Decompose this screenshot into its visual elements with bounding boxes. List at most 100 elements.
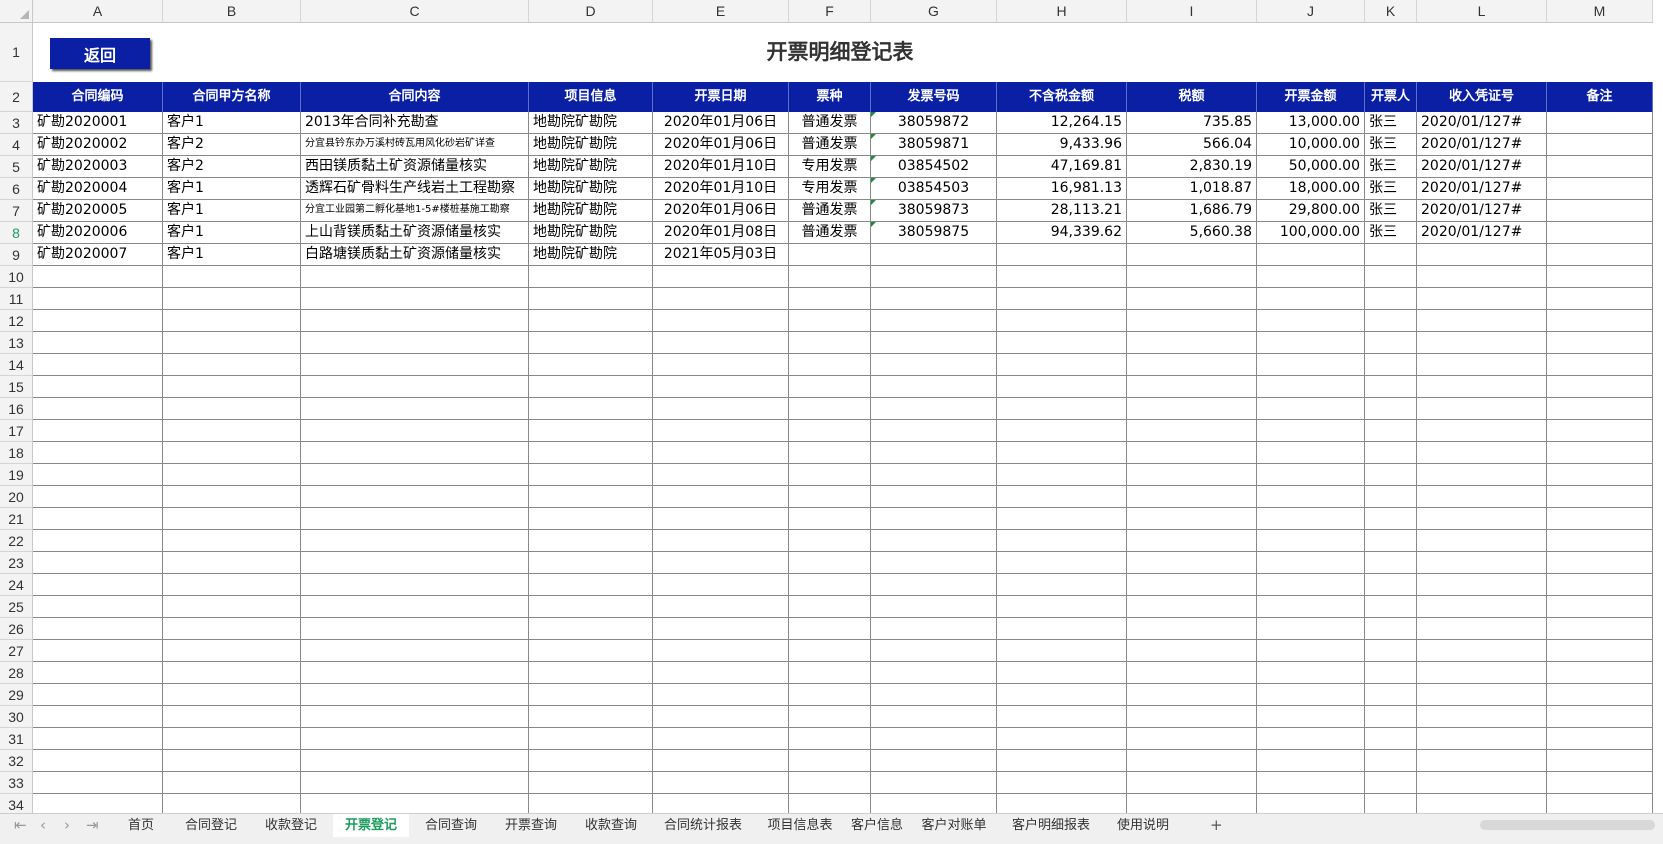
empty-cell[interactable] (163, 772, 301, 794)
empty-cell[interactable] (1417, 464, 1547, 486)
table-cell[interactable]: 12,264.15 (997, 112, 1127, 134)
empty-cell[interactable] (1365, 618, 1417, 640)
table-cell[interactable]: 2020年01月06日 (653, 134, 789, 156)
empty-cell[interactable] (163, 728, 301, 750)
first-sheet-icon[interactable]: ⇤ (14, 816, 27, 834)
empty-cell[interactable] (653, 552, 789, 574)
table-cell[interactable]: 客户2 (163, 156, 301, 178)
empty-cell[interactable] (1127, 750, 1257, 772)
empty-cell[interactable] (1127, 266, 1257, 288)
empty-cell[interactable] (997, 310, 1127, 332)
table-cell[interactable]: 18,000.00 (1257, 178, 1365, 200)
empty-cell[interactable] (529, 640, 653, 662)
empty-cell[interactable] (997, 640, 1127, 662)
empty-cell[interactable] (653, 596, 789, 618)
sheet-tab[interactable]: 客户对账单 (911, 814, 997, 838)
table-cell[interactable]: 2020年01月10日 (653, 178, 789, 200)
empty-cell[interactable] (33, 354, 163, 376)
sheet-tab[interactable]: 开票登记 (333, 814, 409, 838)
row-header[interactable]: 22 (0, 530, 33, 552)
table-cell[interactable]: 94,339.62 (997, 222, 1127, 244)
empty-cell[interactable] (163, 596, 301, 618)
empty-cell[interactable] (1365, 486, 1417, 508)
table-cell[interactable]: 03854503 (871, 178, 997, 200)
empty-cell[interactable] (529, 750, 653, 772)
table-cell[interactable]: 矿勘2020004 (33, 178, 163, 200)
empty-cell[interactable] (1365, 684, 1417, 706)
sheet-tab[interactable]: 首页 (113, 814, 169, 838)
column-header-h[interactable]: H (997, 0, 1127, 23)
empty-cell[interactable] (1365, 442, 1417, 464)
empty-cell[interactable] (997, 288, 1127, 310)
table-cell[interactable]: 客户1 (163, 112, 301, 134)
add-sheet-button[interactable]: + (1210, 816, 1223, 834)
empty-cell[interactable] (33, 398, 163, 420)
empty-cell[interactable] (163, 574, 301, 596)
empty-cell[interactable] (1547, 728, 1653, 750)
empty-cell[interactable] (1257, 486, 1365, 508)
empty-cell[interactable] (1547, 596, 1653, 618)
empty-cell[interactable] (33, 288, 163, 310)
empty-cell[interactable] (301, 398, 529, 420)
empty-cell[interactable] (1257, 530, 1365, 552)
empty-cell[interactable] (1365, 640, 1417, 662)
table-cell[interactable] (1547, 244, 1653, 266)
empty-cell[interactable] (1417, 354, 1547, 376)
empty-cell[interactable] (789, 464, 871, 486)
empty-cell[interactable] (997, 464, 1127, 486)
empty-cell[interactable] (789, 420, 871, 442)
row-header[interactable]: 7 (0, 200, 33, 222)
empty-cell[interactable] (301, 310, 529, 332)
empty-cell[interactable] (301, 552, 529, 574)
table-cell[interactable]: 矿勘2020007 (33, 244, 163, 266)
empty-cell[interactable] (301, 376, 529, 398)
empty-cell[interactable] (33, 266, 163, 288)
empty-cell[interactable] (163, 640, 301, 662)
empty-cell[interactable] (1417, 288, 1547, 310)
table-cell[interactable]: 专用发票 (789, 178, 871, 200)
table-cell[interactable] (1365, 244, 1417, 266)
empty-cell[interactable] (301, 530, 529, 552)
empty-cell[interactable] (163, 420, 301, 442)
empty-cell[interactable] (1417, 596, 1547, 618)
table-cell[interactable]: 2020年01月08日 (653, 222, 789, 244)
column-header-l[interactable]: L (1417, 0, 1547, 23)
table-cell[interactable]: 客户1 (163, 178, 301, 200)
row-header[interactable]: 12 (0, 310, 33, 332)
column-header-e[interactable]: E (653, 0, 789, 23)
empty-cell[interactable] (1417, 508, 1547, 530)
table-cell[interactable]: 38059875 (871, 222, 997, 244)
empty-cell[interactable] (789, 596, 871, 618)
empty-cell[interactable] (653, 508, 789, 530)
table-cell[interactable]: 矿勘2020005 (33, 200, 163, 222)
table-cell[interactable]: 矿勘2020006 (33, 222, 163, 244)
column-header-f[interactable]: F (789, 0, 871, 23)
empty-cell[interactable] (1365, 354, 1417, 376)
empty-cell[interactable] (301, 486, 529, 508)
table-cell[interactable]: 矿勘2020003 (33, 156, 163, 178)
empty-cell[interactable] (1365, 508, 1417, 530)
empty-cell[interactable] (871, 376, 997, 398)
empty-cell[interactable] (1365, 706, 1417, 728)
empty-cell[interactable] (871, 574, 997, 596)
empty-cell[interactable] (33, 310, 163, 332)
table-cell[interactable] (1547, 178, 1653, 200)
table-cell[interactable]: 客户2 (163, 134, 301, 156)
table-cell[interactable]: 2020年01月06日 (653, 112, 789, 134)
empty-cell[interactable] (997, 508, 1127, 530)
empty-cell[interactable] (529, 530, 653, 552)
row-header[interactable]: 21 (0, 508, 33, 530)
empty-cell[interactable] (1547, 266, 1653, 288)
table-cell[interactable]: 客户1 (163, 222, 301, 244)
empty-cell[interactable] (871, 552, 997, 574)
empty-cell[interactable] (301, 640, 529, 662)
empty-cell[interactable] (871, 332, 997, 354)
empty-cell[interactable] (1127, 530, 1257, 552)
table-cell[interactable]: 分宜工业园第二孵化基地1-5#楼桩基施工勘察 (301, 200, 529, 222)
table-cell[interactable]: 03854502 (871, 156, 997, 178)
table-header-cell[interactable]: 合同编码 (33, 82, 163, 112)
table-cell[interactable]: 2,830.19 (1127, 156, 1257, 178)
empty-cell[interactable] (653, 772, 789, 794)
empty-cell[interactable] (1127, 442, 1257, 464)
row-header[interactable]: 1 (0, 23, 33, 82)
